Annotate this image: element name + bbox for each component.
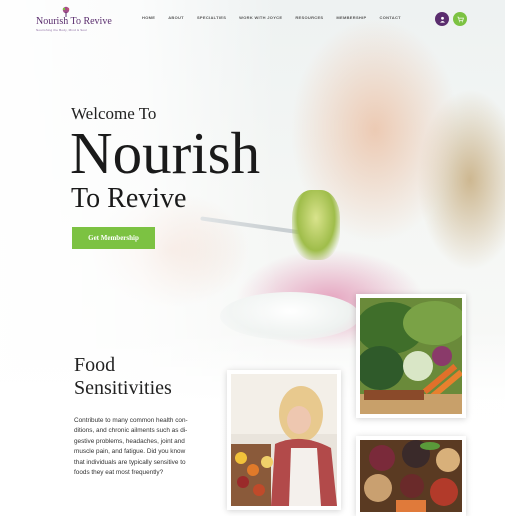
section-title-line1: Food — [74, 354, 116, 376]
section-body: Contribute to many common health con- di… — [74, 416, 206, 478]
section-title: Food Sensitivities — [74, 354, 172, 400]
nav-item-membership[interactable]: MEMBERSHIP — [336, 15, 366, 23]
body-line: gestive problems, headaches, joint and — [74, 437, 185, 445]
vegetables-photo — [356, 294, 466, 418]
nav-item-home[interactable]: HOME — [142, 15, 155, 23]
nav-item-work-with-joyce[interactable]: WORK WITH JOYCE — [239, 15, 282, 23]
hero-title: Nourish — [70, 120, 261, 186]
section-title-line2: Sensitivities — [74, 377, 172, 399]
market-woman-image — [231, 374, 337, 506]
body-line: foods they eat most frequently? — [74, 469, 164, 477]
account-icon — [439, 16, 445, 23]
account-button[interactable] — [435, 12, 449, 26]
nav-item-about[interactable]: ABOUT — [168, 15, 184, 23]
nav-item-specialties[interactable]: SPECIALTIES — [197, 15, 226, 23]
site-logo[interactable]: Nourish To Revive Nourishing the Body, M… — [36, 6, 112, 32]
logo-text: Nourish To Revive — [36, 16, 112, 27]
body-line: muscle pain, and fatigue. Did you know — [74, 448, 186, 456]
legumes-image — [360, 440, 462, 512]
cart-button[interactable] — [453, 12, 467, 26]
nav-item-contact[interactable]: CONTACT — [380, 15, 401, 23]
body-line: that individuals are typically sensitive… — [74, 458, 186, 466]
logo-tagline: Nourishing the Body, Mind & Soul — [36, 28, 88, 32]
hero-subtitle: To Revive — [71, 183, 187, 214]
nav-item-resources[interactable]: RESOURCES — [295, 15, 323, 23]
main-nav: HOME ABOUT SPECIALTIES WORK WITH JOYCE R… — [142, 15, 401, 23]
body-line: Contribute to many common health con- — [74, 417, 188, 424]
get-membership-button[interactable]: Get Membership — [72, 227, 155, 249]
vegetables-image — [360, 298, 462, 414]
body-line: ditions, and chronic ailments such as di… — [74, 427, 188, 435]
site-header: Nourish To Revive Nourishing the Body, M… — [0, 0, 505, 36]
market-woman-photo — [227, 370, 341, 510]
legumes-photo — [356, 436, 466, 516]
cart-icon — [456, 16, 464, 22]
